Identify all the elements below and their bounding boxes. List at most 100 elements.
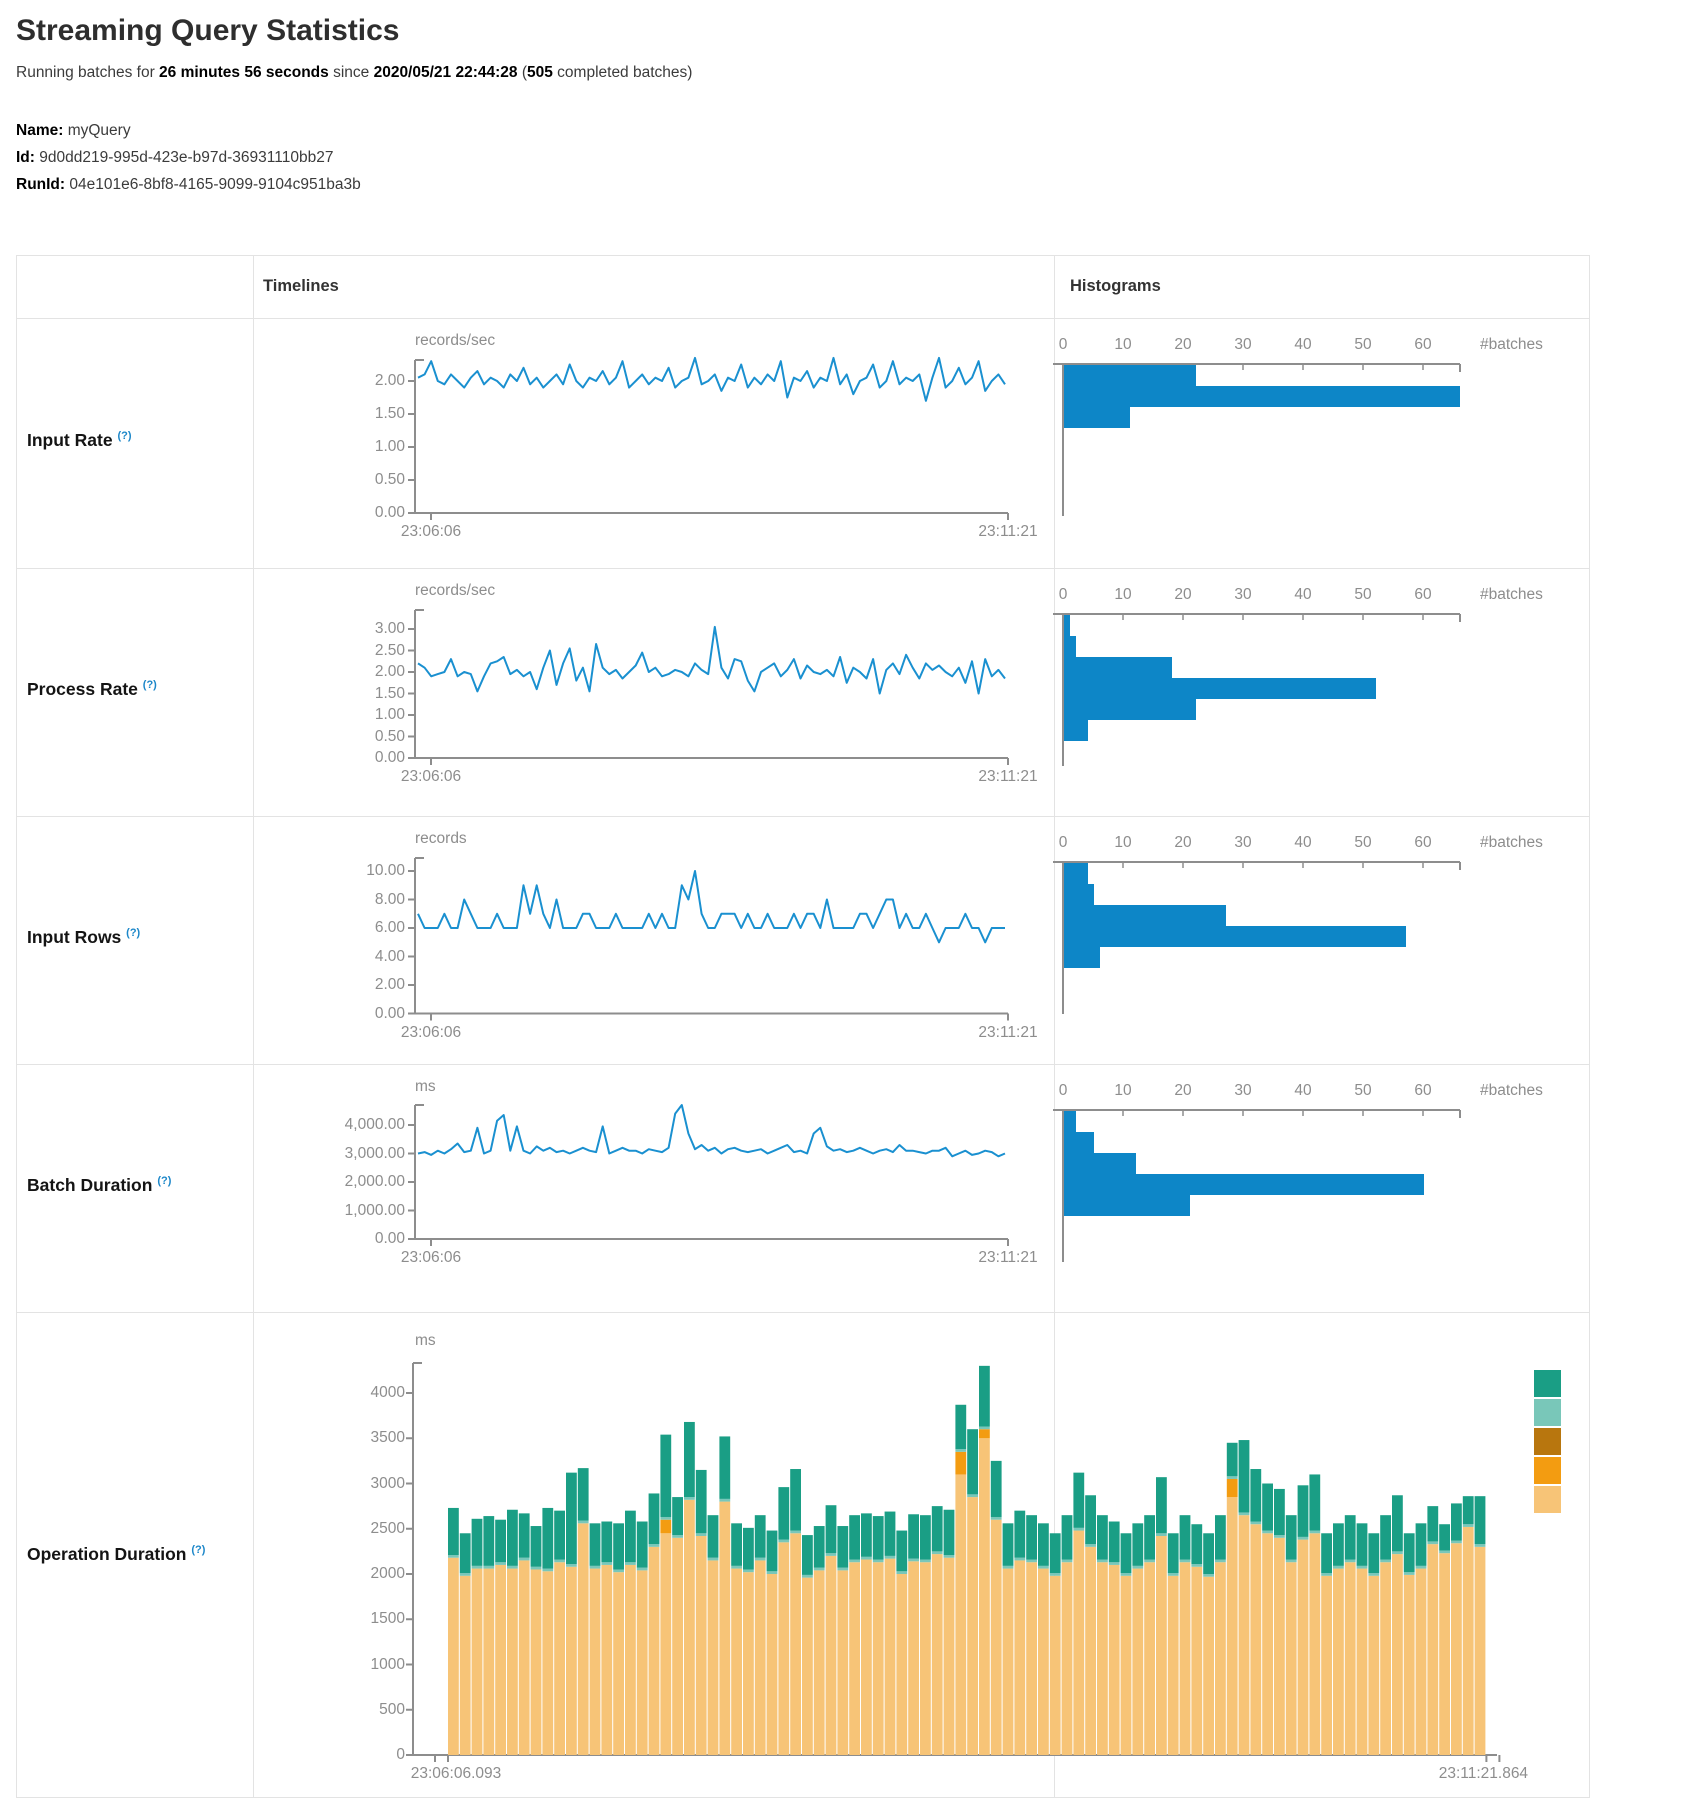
stacked-bar-segment: [991, 1517, 1002, 1520]
stacked-bar-segment: [672, 1538, 683, 1755]
stacked-bar-segment: [1262, 1484, 1273, 1531]
stacked-bar-segment: [1321, 1576, 1332, 1755]
stacked-bar-segment: [1357, 1569, 1368, 1755]
stacked-bar-segment: [1368, 1573, 1379, 1576]
stacked-bar-segment: [1097, 1562, 1108, 1755]
stacked-bar-segment: [944, 1510, 955, 1555]
x-end-label: 23:11:21: [928, 1249, 1088, 1267]
stacked-bar-segment: [460, 1576, 471, 1755]
stacked-bar-segment: [1250, 1522, 1261, 1525]
stacked-bar-segment: [554, 1562, 565, 1755]
stacked-bar-segment: [743, 1528, 754, 1570]
stacked-bar-segment: [613, 1572, 624, 1755]
hist-tick-label: 60: [1343, 1082, 1503, 1100]
stacked-bar-segment: [495, 1562, 506, 1565]
stacked-bar-segment: [637, 1522, 648, 1568]
stacked-bar-segment: [1333, 1569, 1344, 1755]
histogram-bar: [1064, 926, 1406, 947]
stacked-bar-segment: [578, 1468, 589, 1520]
x-end-label: 23:11:21: [928, 768, 1088, 786]
stacked-bar-segment: [1121, 1533, 1132, 1573]
stacked-bar-segment: [814, 1568, 825, 1571]
histogram-bar: [1064, 657, 1172, 678]
stacked-bar-segment: [719, 1502, 730, 1755]
stacked-bar-segment: [1333, 1566, 1344, 1569]
stacked-bar-segment: [861, 1560, 872, 1755]
stacked-bar-segment: [1203, 1533, 1214, 1574]
stacked-bar-segment: [472, 1569, 483, 1755]
stacked-bar-segment: [1073, 1473, 1084, 1528]
stacked-bar-segment: [755, 1558, 766, 1561]
stacked-bar-segment: [519, 1513, 530, 1557]
stacked-bar-segment: [814, 1526, 825, 1568]
stacked-bar-segment: [731, 1566, 742, 1569]
timeline-unit-label: records/sec: [415, 332, 495, 350]
stacked-bar-segment: [660, 1435, 671, 1517]
stacked-bar-segment: [542, 1569, 553, 1572]
y-tick-label: 0: [295, 1746, 405, 1764]
y-tick-label: 0.50: [295, 471, 405, 489]
stacked-bar-segment: [507, 1566, 518, 1569]
input-rows-timeline-line: [418, 871, 1005, 942]
y-tick-label: 3500: [295, 1429, 405, 1447]
y-tick-label: 0.00: [295, 1005, 405, 1023]
stacked-bar-segment: [1109, 1565, 1120, 1755]
stacked-bar-segment: [660, 1533, 671, 1755]
stacked-bar-segment: [767, 1571, 778, 1574]
y-tick-label: 500: [295, 1701, 405, 1719]
stacked-bar-segment: [601, 1562, 612, 1565]
stacked-bar-segment: [1451, 1541, 1462, 1544]
y-tick-label: 4000: [295, 1384, 405, 1402]
stacked-bar-segment: [613, 1523, 624, 1569]
stacked-bar-segment: [908, 1559, 919, 1562]
stacked-bar-segment: [955, 1405, 966, 1449]
stacked-bar-segment: [731, 1523, 742, 1566]
y-tick-label: 3000: [295, 1475, 405, 1493]
stacked-bar-segment: [1215, 1562, 1226, 1755]
stacked-bar-segment: [1298, 1537, 1309, 1540]
stacked-bar-segment: [896, 1571, 907, 1574]
legend-swatch-orange: [1534, 1457, 1561, 1484]
stacked-bar-segment: [1298, 1540, 1309, 1755]
stacked-bar-segment: [837, 1570, 848, 1755]
stacked-bar-segment: [1368, 1576, 1379, 1755]
stacked-bar-segment: [1239, 1515, 1250, 1755]
stacked-bar-segment: [1309, 1533, 1320, 1755]
stacked-bar-segment: [1321, 1533, 1332, 1573]
stacked-bar-segment: [460, 1533, 471, 1573]
legend-swatch-light-teal: [1534, 1399, 1561, 1426]
stacked-bar-segment: [1038, 1523, 1049, 1566]
stacked-bar-segment: [1250, 1469, 1261, 1521]
stacked-bar-segment: [1203, 1574, 1214, 1577]
stacked-bar-segment: [1097, 1515, 1108, 1559]
stacked-bar-segment: [1463, 1496, 1474, 1524]
y-tick-label: 2.00: [295, 372, 405, 390]
stacked-bar-segment: [448, 1508, 459, 1555]
stacked-bar-segment: [1156, 1533, 1167, 1536]
stacked-bar-segment: [1250, 1524, 1261, 1755]
stacked-bar-segment: [1085, 1547, 1096, 1755]
y-tick-label: 1.00: [295, 438, 405, 456]
stacked-bar-segment: [542, 1571, 553, 1755]
stacked-bar-segment: [1286, 1560, 1297, 1563]
y-tick-label: 2,000.00: [295, 1173, 405, 1191]
stacked-bar-segment: [1392, 1495, 1403, 1551]
y-tick-label: 0.00: [295, 749, 405, 767]
stacked-bar-segment: [1191, 1524, 1202, 1564]
batches-axis-label: #batches: [1480, 834, 1543, 852]
stacked-bar-segment: [1073, 1531, 1084, 1755]
histogram-bar: [1064, 720, 1088, 741]
stacked-bar-segment: [531, 1526, 542, 1567]
y-tick-label: 1.50: [295, 405, 405, 423]
stacked-bar-segment: [944, 1555, 955, 1558]
stacked-bar-segment: [566, 1564, 577, 1567]
histogram-bar: [1064, 863, 1088, 884]
stacked-bar-segment: [1144, 1562, 1155, 1755]
histogram-bar: [1064, 386, 1460, 407]
stacked-bar-segment: [637, 1568, 648, 1571]
stacked-bar-segment: [660, 1517, 671, 1520]
stacked-bar-segment: [649, 1493, 660, 1544]
stacked-bar-segment: [672, 1535, 683, 1538]
stacked-bar-segment: [1392, 1554, 1403, 1755]
legend-swatch-gold: [1534, 1428, 1561, 1455]
